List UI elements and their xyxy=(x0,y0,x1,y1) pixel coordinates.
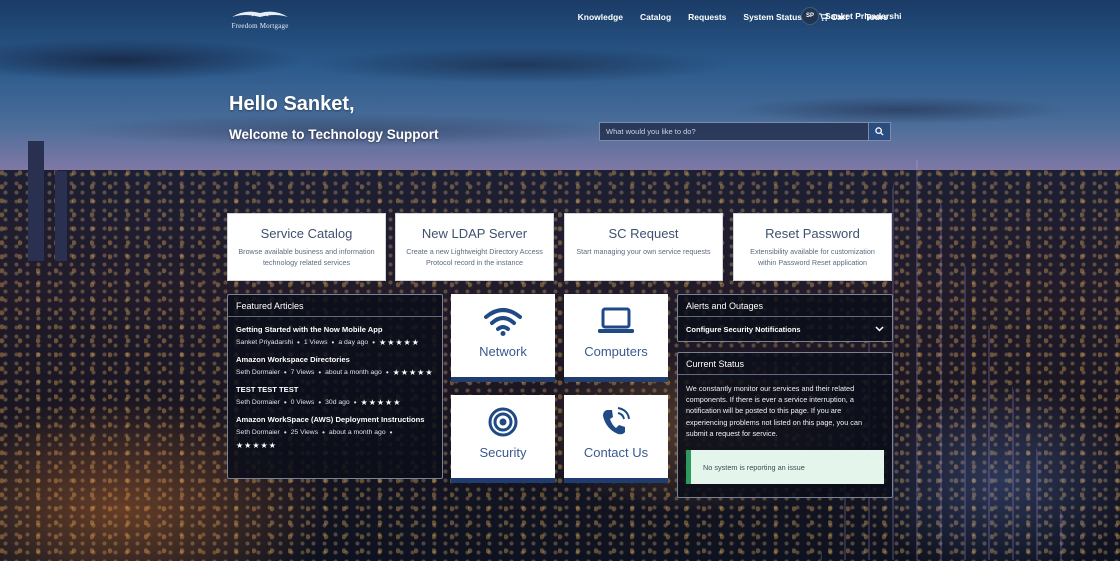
tile-label: Computers xyxy=(584,344,648,359)
tile-label: Contact Us xyxy=(583,445,649,460)
nav-catalog[interactable]: Catalog xyxy=(640,12,671,22)
article-rating-stars: ★★★★★ xyxy=(236,441,277,450)
nav-requests[interactable]: Requests xyxy=(688,12,726,22)
featured-articles-panel: Featured Articles Getting Started with t… xyxy=(227,294,443,479)
search-button[interactable] xyxy=(869,122,891,141)
current-status-panel: Current Status We constantly monitor our… xyxy=(677,352,893,498)
article-views: 25 Views xyxy=(290,429,319,436)
quick-tile-title: Reset Password xyxy=(765,226,860,241)
brand-logo[interactable]: Freedom Mortgage xyxy=(224,7,296,31)
search-bar xyxy=(599,122,891,141)
greeting-heading: Hello Sanket, xyxy=(229,93,355,115)
list-item[interactable]: TEST TEST TEST Seth Dormaier • 0 Views • 3… xyxy=(228,385,442,407)
quick-tile-title: New LDAP Server xyxy=(421,226,528,241)
configure-notifications-row[interactable]: Configure Security Notifications xyxy=(678,317,892,341)
article-title[interactable]: Amazon Workspace Directories xyxy=(236,355,434,365)
article-time: 30d ago xyxy=(325,399,350,406)
alerts-title: Alerts and Outages xyxy=(678,295,892,317)
quick-tile-desc: Browse available business and informatio… xyxy=(238,247,375,267)
article-author: Seth Dormaier xyxy=(236,369,280,376)
phone-icon xyxy=(603,407,630,435)
chevron-down-icon[interactable] xyxy=(875,326,884,332)
article-title[interactable]: Amazon WorkSpace (AWS) Deployment Instru… xyxy=(236,415,434,425)
article-title[interactable]: Getting Started with the Now Mobile App xyxy=(236,325,434,335)
user-name: Sanket Priyadarshi xyxy=(825,11,902,21)
top-navigation-bar: Freedom Mortgage Knowledge Catalog Reque… xyxy=(0,0,1120,36)
search-icon xyxy=(875,127,884,136)
quick-tile-new-ldap-server[interactable]: New LDAP Server Create a new Lightweight… xyxy=(395,213,554,281)
laptop-icon xyxy=(598,307,634,333)
featured-articles-title: Featured Articles xyxy=(228,295,442,317)
quick-tile-reset-password[interactable]: Reset Password Extensibility available f… xyxy=(733,213,892,281)
target-icon xyxy=(488,407,518,437)
article-rating-stars: ★★★★★ xyxy=(360,398,402,407)
search-input[interactable] xyxy=(599,122,869,141)
list-item[interactable]: Amazon WorkSpace (AWS) Deployment Instru… xyxy=(228,415,442,450)
status-description: We constantly monitor our services and t… xyxy=(686,384,863,438)
quick-tile-desc: Extensibility available for customizatio… xyxy=(750,247,875,267)
article-time: a day ago xyxy=(338,339,369,346)
nav-system-status[interactable]: System Status xyxy=(743,12,802,22)
status-message: No system is reporting an issue xyxy=(686,450,884,485)
tile-label: Network xyxy=(479,344,527,359)
list-item[interactable]: Getting Started with the Now Mobile App … xyxy=(228,325,442,347)
article-rating-stars: ★★★★★ xyxy=(379,338,420,347)
quick-tile-desc: Create a new Lightweight Directory Acces… xyxy=(406,247,543,267)
nav-knowledge[interactable]: Knowledge xyxy=(578,12,623,22)
user-menu[interactable]: SP Sanket Priyadarshi xyxy=(801,7,902,25)
article-author: Seth Dormaier xyxy=(236,399,280,406)
quick-tile-sc-request[interactable]: SC Request Start managing your own servi… xyxy=(564,213,723,281)
list-item[interactable]: Amazon Workspace Directories Seth Dormai… xyxy=(228,355,442,377)
article-title[interactable]: TEST TEST TEST xyxy=(236,385,434,395)
article-time: about a month ago xyxy=(328,429,386,436)
current-status-title: Current Status xyxy=(678,353,892,375)
quick-tile-service-catalog[interactable]: Service Catalog Browse available busines… xyxy=(227,213,386,281)
article-views: 7 Views xyxy=(290,369,315,376)
background-city-photo xyxy=(0,0,1120,561)
article-time: about a month ago xyxy=(325,369,382,376)
article-author: Sanket Priyadarshi xyxy=(236,339,294,346)
avatar: SP xyxy=(801,7,819,25)
quick-tile-title: Service Catalog xyxy=(260,226,353,241)
alerts-outages-panel: Alerts and Outages Configure Security No… xyxy=(677,294,893,342)
quick-tile-desc: Start managing your own service requests xyxy=(576,247,711,256)
article-views: 1 Views xyxy=(303,339,328,346)
tile-contact-us[interactable]: Contact Us xyxy=(564,395,668,483)
configure-notifications-label: Configure Security Notifications xyxy=(686,324,801,334)
eagle-logo-icon xyxy=(232,11,288,17)
wifi-icon xyxy=(484,308,522,336)
article-rating-stars: ★★★★★ xyxy=(392,368,434,377)
article-views: 0 Views xyxy=(290,399,315,406)
brand-logo-text: Freedom Mortgage xyxy=(231,22,289,30)
quick-tile-title: SC Request xyxy=(608,226,679,241)
tile-security[interactable]: Security xyxy=(451,395,555,483)
tile-label: Security xyxy=(479,445,527,460)
tile-network[interactable]: Network xyxy=(451,294,555,382)
welcome-subheading: Welcome to Technology Support xyxy=(229,127,439,142)
tile-computers[interactable]: Computers xyxy=(564,294,668,382)
article-author: Seth Dormaier xyxy=(236,429,280,436)
